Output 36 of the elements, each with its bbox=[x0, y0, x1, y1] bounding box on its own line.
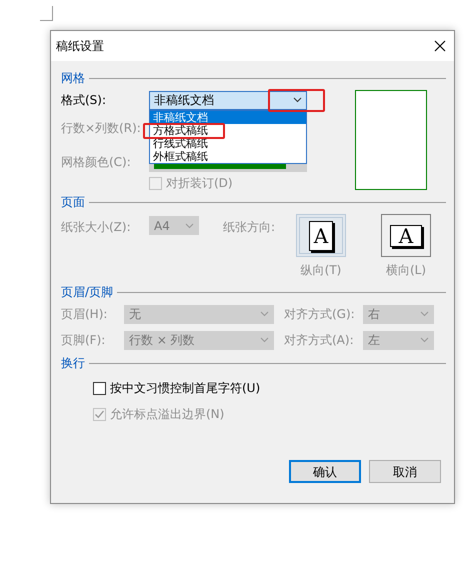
dropdown-option[interactable]: 非稿纸文档 bbox=[150, 110, 306, 124]
crop-mark-icon bbox=[40, 6, 53, 21]
dropdown-option[interactable]: 方格式稿纸 bbox=[150, 124, 306, 136]
section-heading: 网格 bbox=[61, 70, 85, 87]
close-icon[interactable] bbox=[434, 40, 446, 52]
dropdown-option[interactable]: 外框式稿纸 bbox=[150, 150, 306, 162]
field-label: 纸张方向: bbox=[223, 219, 276, 236]
checkbox-label: 按中文习惯控制首尾字符(U) bbox=[110, 380, 260, 397]
orientation-label: 横向(L) bbox=[386, 262, 426, 279]
caret-icon bbox=[260, 311, 269, 317]
checkbox[interactable] bbox=[93, 382, 106, 394]
caret-icon bbox=[260, 337, 269, 343]
field-label: 对齐方式(G): bbox=[284, 306, 356, 323]
field-label: 网格颜色(C): bbox=[61, 154, 132, 171]
orientation-label: 纵向(T) bbox=[300, 262, 342, 279]
field-label: 行数×列数(R): bbox=[61, 120, 142, 137]
window-title: 稿纸设置 bbox=[56, 38, 104, 55]
orientation-button[interactable]: A bbox=[296, 214, 346, 257]
orientation-button[interactable]: A bbox=[381, 214, 431, 257]
format-dropdown[interactable]: 非稿纸文档 bbox=[149, 90, 307, 110]
field-label: 页眉(H): bbox=[61, 306, 108, 323]
cancel-button[interactable]: 取消 bbox=[369, 460, 441, 483]
caret-icon bbox=[185, 222, 194, 228]
section-heading: 页面 bbox=[61, 194, 85, 211]
field-label: 对齐方式(A): bbox=[284, 332, 355, 349]
field-label: 纸张大小(Z): bbox=[61, 219, 132, 236]
ok-button[interactable]: 确认 bbox=[289, 460, 361, 483]
caret-icon bbox=[420, 337, 429, 343]
section-heading: 页眉/页脚 bbox=[61, 284, 114, 301]
field-label: 页脚(F): bbox=[61, 332, 106, 349]
caret-icon bbox=[420, 311, 429, 317]
caret-icon bbox=[293, 97, 302, 103]
checkbox-label: 允许标点溢出边界(N) bbox=[110, 406, 224, 423]
field-label: 格式(S): bbox=[61, 92, 108, 109]
checkbox-label: 对折装订(D) bbox=[166, 175, 233, 192]
section-heading: 换行 bbox=[61, 355, 85, 372]
